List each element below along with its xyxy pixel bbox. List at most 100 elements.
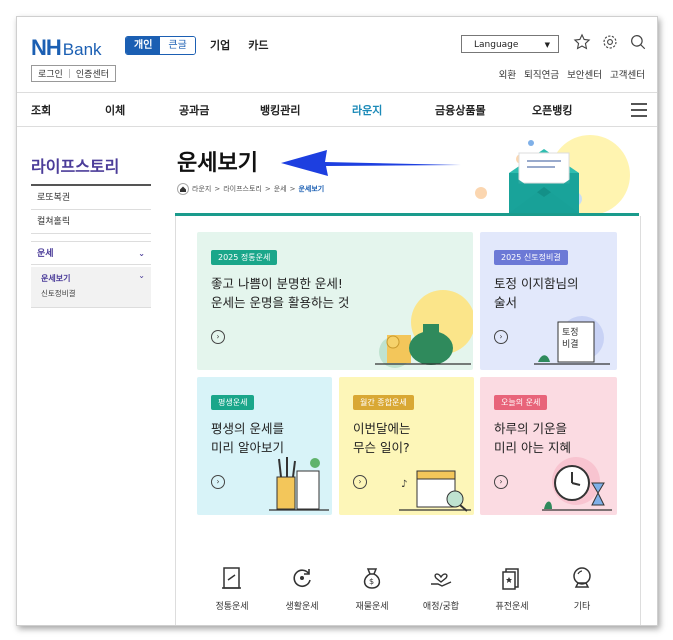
sidebar-title: 라이프스토리 [31,157,120,176]
card-badge: 평생운세 [211,395,255,410]
card-line: 좋고 나쁨이 분명한 운세! [211,276,343,291]
money-bag-illustration [375,290,473,368]
search-icon[interactable] [629,33,647,51]
header-icons [573,33,647,51]
card-line: 운세는 운명을 활용하는 것 [211,295,350,310]
cert-center-link[interactable]: 인증센터 [76,67,109,80]
nav-transfer[interactable]: 이체 [105,102,125,118]
card-monthly-fortune[interactable]: 월간 종합운세 이번달에는무슨 일이? › ♪ [339,377,474,515]
arrow-annotation-icon [281,150,461,176]
top-nav: 기업 카드 [210,37,269,53]
sidebar-item-label: 컬쳐홀릭 [37,217,71,227]
menu-icon[interactable] [631,103,647,121]
star-icon[interactable] [573,33,591,51]
card-text: 좋고 나쁨이 분명한 운세! 운세는 운명을 활용하는 것 [211,274,349,312]
util-security-center[interactable]: 보안센터 [567,67,602,81]
category-label: 재물운세 [355,602,389,612]
large-text-mode-button[interactable]: 큰글 [160,37,195,54]
book-label: 토정비결 [562,327,579,351]
breadcrumb-item[interactable]: 라운지 [192,184,211,194]
browser-frame: NH Bank 개인 큰글 기업 카드 로그인 | 인증센터 Language … [16,16,658,626]
category-label: 애정/궁합 [422,602,460,612]
card-badge: 오늘의 운세 [494,395,548,410]
category-label: 기타 [573,602,591,612]
util-pension[interactable]: 퇴직연금 [524,67,559,81]
nav-lounge[interactable]: 라운지 [352,102,382,118]
category-lifestyle[interactable]: 생활운세 [272,565,332,612]
book-label-line: 토정 [562,328,579,338]
nav-inquiry[interactable]: 조회 [31,102,51,118]
card-go-icon[interactable]: › [353,475,367,489]
card-go-icon[interactable]: › [494,475,508,489]
mode-toggle: 개인 큰글 [125,36,196,55]
sidebar-item-fortune[interactable]: 운세 ⌄ [31,241,151,265]
card-badge: 2025 정통운세 [211,250,278,265]
svg-text:$: $ [369,577,374,586]
card-badge: 2025 신토정비결 [494,250,568,265]
personal-mode-button[interactable]: 개인 [126,37,161,54]
top-nav-business[interactable]: 기업 [210,37,230,53]
caret-down-icon: ▼ [544,41,550,49]
util-customer-center[interactable]: 고객센터 [610,67,645,81]
sidebar-item-culture[interactable]: 컬쳐홀릭 [31,210,151,234]
card-badge: 월간 종합운세 [353,395,414,410]
breadcrumb: 라운지 > 라이프스토리 > 운세 > 운세보기 [177,183,324,195]
card-go-icon[interactable]: › [494,330,508,344]
category-label: 퓨전운세 [495,602,529,612]
login-link[interactable]: 로그인 [38,67,63,80]
breadcrumb-item[interactable]: 라이프스토리 [223,184,262,194]
home-icon[interactable] [177,183,189,195]
sidebar-submenu: 운세보기 ⌄ 신토정비결 [31,267,151,308]
language-select[interactable]: Language ▼ [461,35,559,53]
chevron-down-icon: ⌄ [138,271,145,280]
money-bag-icon: $ [363,568,381,589]
refresh-icon [293,569,311,587]
card-line: 무슨 일이? [353,440,410,455]
category-fusion[interactable]: 퓨전운세 [482,565,542,612]
nav-financial-products[interactable]: 금융상품몰 [435,102,486,118]
crystal-ball-icon [573,567,591,588]
nav-banking-management[interactable]: 뱅킹관리 [260,102,300,118]
nav-open-banking[interactable]: 오픈뱅킹 [532,102,572,118]
card-line: 이번달에는 [353,421,411,436]
card-text: 토정 이지함님의 술서 [494,274,578,312]
card-daily-fortune[interactable]: 오늘의 운세 하루의 기운을 미리 아는 지혜 › [480,377,617,515]
category-love[interactable]: 애정/궁합 [411,565,471,612]
breadcrumb-item[interactable]: 운세 [274,184,287,194]
card-tojeong[interactable]: 2025 신토정비결 토정 이지함님의 술서 › 토정비결 [480,232,617,370]
book-label-line: 비결 [562,340,579,350]
card-text: 이번달에는무슨 일이? [353,419,411,457]
language-label: Language [474,40,519,50]
divider: | [67,68,71,79]
utility-links: 외환 퇴직연금 보안센터 고객센터 [499,67,645,81]
main-nav: 조회 이체 공과금 뱅킹관리 라운지 금융상품몰 오픈뱅킹 [17,92,657,127]
heart-hand-icon [431,573,452,587]
svg-text:♪: ♪ [401,479,407,490]
submenu-fortune-view[interactable]: 운세보기 [41,273,70,284]
gear-icon[interactable] [601,33,619,51]
page-title: 운세보기 [177,151,258,176]
card-line: 술서 [494,295,518,310]
breadcrumb-current: 운세보기 [298,185,325,193]
category-traditional[interactable]: 정통운세 [202,565,262,612]
sidebar-item-lotto[interactable]: 로또복권 [31,186,151,210]
nh-bank-logo[interactable]: NH Bank [31,35,102,61]
sidebar-item-label: 로또복권 [37,193,71,203]
chevron-down-icon: ⌄ [138,249,145,258]
card-lifetime-fortune[interactable]: 평생운세 평생의 운세를 미리 알아보기 › [197,377,332,515]
card-text: 평생의 운세를 미리 알아보기 [211,419,284,457]
util-foreign-exchange[interactable]: 외환 [499,67,516,81]
logo-nh: NH [31,35,62,60]
submenu-tojeong[interactable]: 신토정비결 [41,288,76,299]
card-traditional-fortune[interactable]: 2025 정통운세 좋고 나쁨이 분명한 운세! 운세는 운명을 활용하는 것 › [197,232,473,370]
nav-utility-bills[interactable]: 공과금 [179,102,209,118]
tarot-cards-icon [502,568,519,590]
category-wealth[interactable]: $ 재물운세 [342,565,402,612]
login-box: 로그인 | 인증센터 [31,65,117,82]
clock-illustration [542,457,612,511]
card-go-icon[interactable]: › [211,330,225,344]
category-other[interactable]: 기타 [552,565,612,612]
card-go-icon[interactable]: › [211,475,225,489]
top-nav-card[interactable]: 카드 [248,37,268,53]
card-line: 하루의 기운을 [494,421,567,436]
